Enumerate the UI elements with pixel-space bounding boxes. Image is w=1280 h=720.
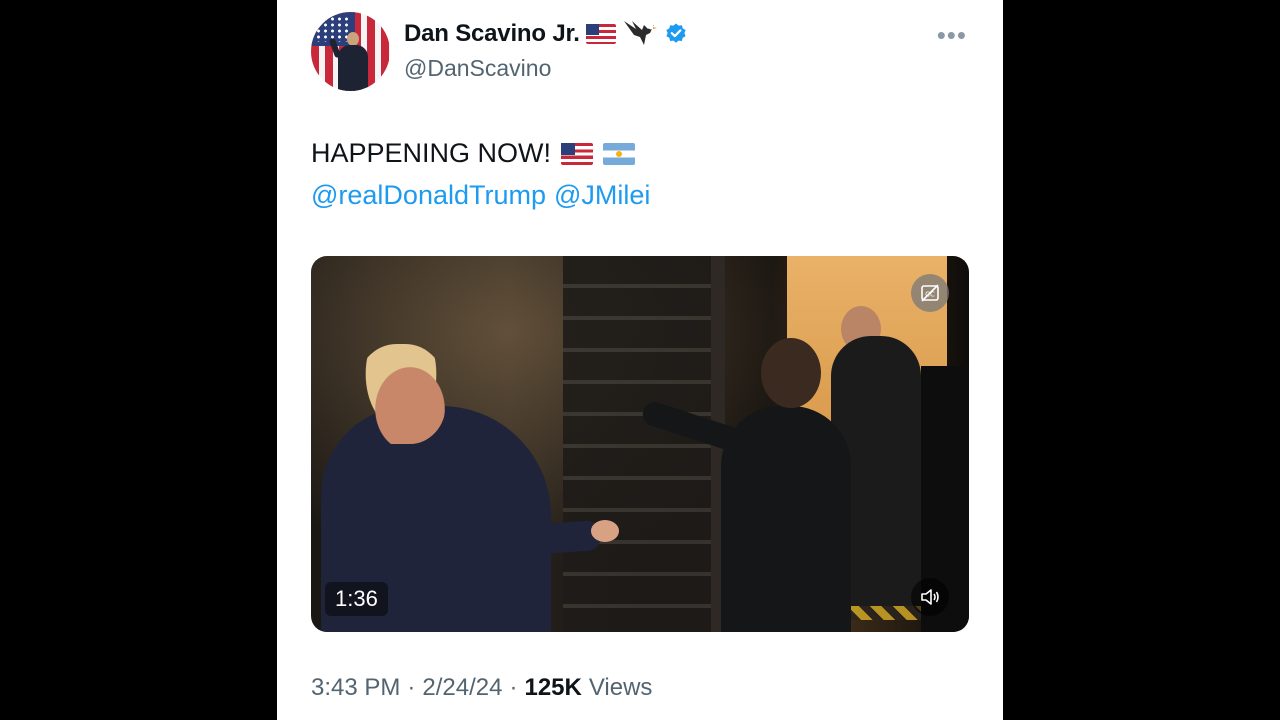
tweet-text: HAPPENING NOW!	[311, 138, 636, 169]
more-options-icon[interactable]: •••	[937, 22, 967, 48]
us-flag-icon	[561, 142, 594, 165]
captions-off-icon[interactable]: CC	[911, 274, 949, 312]
meta-separator: ·	[407, 674, 416, 701]
views-label: Views	[588, 674, 653, 701]
argentina-flag-icon	[603, 142, 636, 165]
tweet-date[interactable]: 2/24/24	[422, 674, 502, 702]
tweet-text-content: HAPPENING NOW!	[311, 138, 552, 168]
mention-link[interactable]: @realDonaldTrump	[311, 180, 546, 211]
mention-link[interactable]: @JMilei	[554, 180, 650, 211]
tweet-mentions: @realDonaldTrump @JMilei	[311, 180, 650, 211]
author-handle[interactable]: @DanScavino	[404, 55, 551, 82]
author-name-row: Dan Scavino Jr.	[404, 18, 688, 50]
meta-separator: ·	[509, 674, 518, 701]
us-flag-icon	[585, 24, 616, 44]
views-count[interactable]: 125K	[524, 674, 581, 702]
tweet-meta: 3:43 PM · 2/24/24 · 125K Views	[311, 674, 652, 702]
tweet-time[interactable]: 3:43 PM	[311, 674, 400, 702]
tweet-card: Dan Scavino Jr. @DanScavino ••• HAPPENIN…	[277, 0, 1003, 720]
video-duration: 1:36	[325, 582, 388, 616]
eagle-icon	[622, 17, 658, 51]
video-player[interactable]: CC 1:36	[311, 256, 969, 632]
avatar[interactable]	[311, 12, 390, 91]
author-display-name[interactable]: Dan Scavino Jr.	[404, 20, 580, 48]
volume-icon[interactable]	[911, 578, 949, 616]
verified-badge-icon	[666, 23, 686, 43]
